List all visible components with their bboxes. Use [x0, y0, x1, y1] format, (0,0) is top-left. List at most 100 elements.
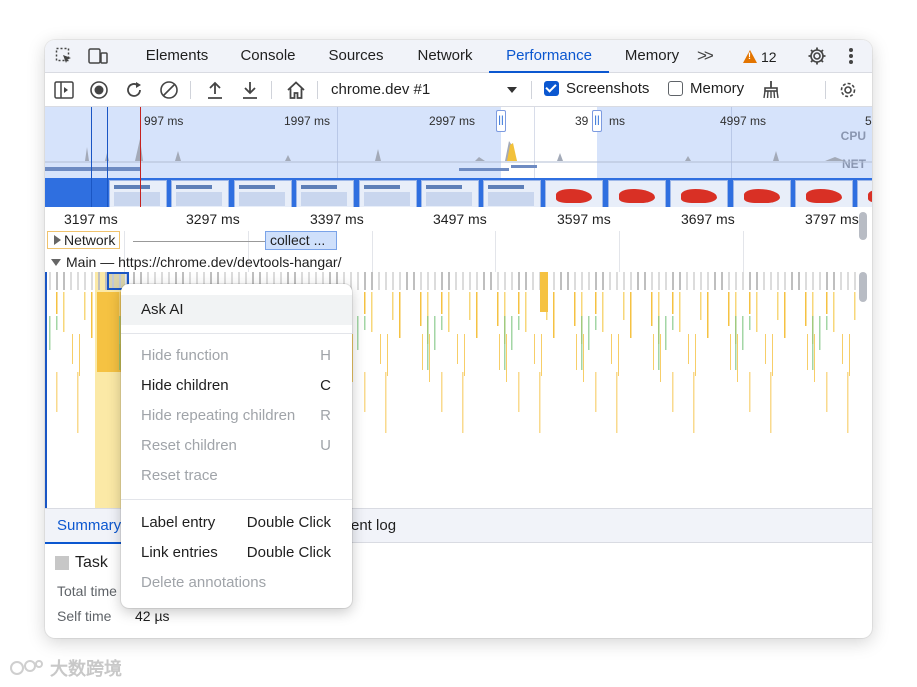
ruler-tick: 3397 ms [310, 211, 364, 227]
target-select[interactable]: chrome.dev #1 [325, 79, 521, 101]
flame-chart-scrollbar[interactable] [859, 272, 867, 302]
tab-console[interactable]: Console [231, 40, 305, 73]
tab-sources[interactable]: Sources [317, 40, 395, 73]
screenshots-label: Screenshots [566, 80, 650, 97]
tab-network[interactable]: Network [407, 40, 483, 73]
overview-tick: 4997 ms [720, 114, 767, 128]
tab-event-log[interactable]: ent log [351, 509, 396, 544]
network-request-whisker [133, 241, 265, 242]
menu-item-shortcut: C [320, 377, 331, 394]
tab-memory[interactable]: Memory [615, 40, 689, 73]
devtools-tab-bar: Elements Console Sources Network Perform… [45, 40, 872, 73]
menu-item-label: Hide repeating children [141, 407, 296, 424]
upload-profile-icon[interactable] [204, 79, 226, 101]
screenshot-thumbnail [234, 180, 292, 207]
more-tabs-chevron-icon[interactable]: >> [697, 40, 714, 73]
warning-icon [743, 50, 757, 63]
menu-item-shortcut: H [320, 347, 331, 364]
expand-triangle-icon [54, 235, 61, 245]
network-track-label: Network [64, 231, 116, 248]
screenshot-thumbnail [545, 180, 603, 207]
garbage-collect-icon[interactable] [760, 79, 782, 101]
screenshot-thumbnail [857, 180, 872, 207]
screenshot-thumbnail [421, 180, 479, 207]
toolbar-separator [317, 81, 318, 99]
toolbar-separator [190, 81, 191, 99]
menu-item-shortcut: U [320, 437, 331, 454]
device-toolbar-icon[interactable] [87, 45, 109, 67]
toolbar-separator [271, 81, 272, 99]
menu-item-link-entries[interactable]: Link entries Double Click [121, 538, 352, 568]
screenshot-thumbnail [795, 180, 853, 207]
summary-task-title: Task [55, 553, 108, 573]
screenshot-thumbnail [483, 180, 541, 207]
home-icon[interactable] [285, 79, 307, 101]
target-select-value: chrome.dev #1 [331, 81, 431, 98]
warnings-badge[interactable]: 12 [743, 40, 777, 73]
screenshot-thumbnail [608, 180, 666, 207]
network-track[interactable]: Network collect ... [45, 231, 872, 251]
clear-icon[interactable] [158, 79, 180, 101]
menu-item-hide-children[interactable]: Hide children C [121, 371, 352, 401]
memory-checkbox[interactable] [668, 81, 683, 96]
self-time-value: 42 µs [135, 608, 170, 624]
screenshot-thumbnail [109, 180, 167, 207]
tab-performance[interactable]: Performance [489, 40, 609, 73]
chevron-down-icon [507, 87, 517, 93]
menu-separator [121, 499, 352, 500]
watermark-text: 大数跨境 [50, 659, 122, 679]
menu-item-label: Reset children [141, 437, 237, 454]
task-color-swatch [55, 556, 69, 570]
menu-item-label: Link entries [141, 544, 218, 561]
screenshot-thumbnail [670, 180, 728, 207]
menu-item-label-entry[interactable]: Label entry Double Click [121, 508, 352, 538]
memory-label: Memory [690, 80, 745, 97]
reload-record-icon[interactable] [123, 79, 145, 101]
warning-count: 12 [761, 48, 777, 65]
overview-tick: 1997 ms [284, 114, 331, 128]
menu-item-delete-annotations[interactable]: Delete annotations [121, 568, 352, 598]
overview-left-handle[interactable]: || [496, 110, 506, 132]
ruler-tick: 3697 ms [681, 211, 735, 227]
inspect-element-icon[interactable] [53, 45, 75, 67]
network-request-collect[interactable]: collect ... [265, 231, 337, 250]
settings-gear-icon[interactable] [806, 45, 828, 67]
overview-tick: 2997 ms [429, 114, 476, 128]
watermark-logo-icon [10, 660, 43, 675]
menu-item-label: Hide function [141, 347, 229, 364]
timeline-scrollbar[interactable] [859, 212, 867, 240]
overview-tick: 997 ms [144, 114, 184, 128]
timeline-ruler: 3197 ms 3297 ms 3397 ms 3497 ms 3597 ms … [45, 207, 872, 231]
toggle-sidebar-icon[interactable] [53, 79, 75, 101]
tab-elements[interactable]: Elements [135, 40, 219, 73]
menu-item-shortcut: Double Click [246, 514, 331, 531]
overview-marker-line [107, 107, 108, 207]
record-icon[interactable] [88, 79, 110, 101]
timeline-overview[interactable]: 997 ms 1997 ms 2997 ms 39 ms 4997 ms 5 C… [45, 107, 872, 207]
flame-chart-context-menu: Ask AI Hide function H Hide children C H… [121, 284, 352, 608]
menu-item-reset-children[interactable]: Reset children U [121, 431, 352, 461]
more-vertical-icon[interactable] [840, 45, 862, 67]
menu-item-hide-repeating-children[interactable]: Hide repeating children R [121, 401, 352, 431]
network-activity-graph [45, 165, 537, 171]
menu-item-hide-function[interactable]: Hide function H [121, 341, 352, 371]
menu-item-reset-trace[interactable]: Reset trace [121, 461, 352, 491]
menu-item-label: Hide children [141, 377, 229, 394]
menu-item-ask-ai[interactable]: Ask AI [121, 295, 352, 325]
toolbar-separator [531, 81, 532, 99]
watermark: 大数跨境 [8, 655, 122, 681]
network-track-header[interactable]: Network [47, 231, 121, 249]
menu-item-shortcut: Double Click [246, 544, 331, 561]
summary-task-label: Task [75, 554, 108, 571]
screenshots-checkbox[interactable] [544, 81, 559, 96]
capture-settings-icon[interactable] [837, 79, 859, 101]
overview-right-handle[interactable]: || [592, 110, 602, 132]
performance-toolbar: chrome.dev #1 Screenshots Memory [45, 73, 872, 107]
ruler-tick: 3197 ms [64, 211, 118, 227]
download-profile-icon[interactable] [239, 79, 261, 101]
tab-summary[interactable]: Summary [45, 509, 134, 544]
main-thread-header[interactable]: Main — https://chrome.dev/devtools-hanga… [51, 253, 341, 271]
menu-separator [121, 333, 352, 334]
menu-item-shortcut: R [320, 407, 331, 424]
overview-tick: ms [609, 114, 625, 128]
